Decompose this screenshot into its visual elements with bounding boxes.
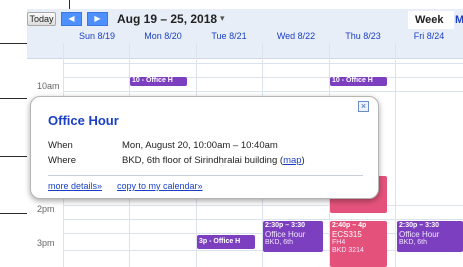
- where-close-paren: ): [301, 155, 305, 166]
- when-label: When: [48, 140, 73, 151]
- popup-divider: [48, 175, 363, 176]
- close-icon[interactable]: ×: [358, 101, 369, 112]
- grid-line: [63, 77, 463, 78]
- popup-title: Office Hour: [48, 113, 119, 128]
- event-location: BKD, 6th: [399, 239, 428, 246]
- calendar-event[interactable]: 10 - Office H: [130, 77, 187, 86]
- calendar-event[interactable]: 2:30p – 3:30 Office Hour BKD, 6th: [397, 221, 463, 252]
- copy-to-calendar-link[interactable]: copy to my calendar»: [117, 181, 203, 191]
- where-value: BKD, 6th floor of Sirindhralai building …: [122, 155, 305, 166]
- date-range-title: Aug 19 – 25, 2018: [117, 12, 218, 26]
- chevron-left-icon: ◀: [68, 14, 75, 23]
- day-header[interactable]: Mon 8/20: [130, 31, 196, 41]
- time-label: 3pm: [37, 238, 55, 248]
- day-header[interactable]: Fri 8/24: [396, 31, 462, 41]
- grid-line: [63, 219, 463, 220]
- margin-vline: [69, 0, 70, 9]
- event-room: FH4: [332, 239, 346, 246]
- prev-week-button[interactable]: ◀: [61, 12, 82, 26]
- time-label: 10am: [37, 81, 60, 91]
- grid-line: [63, 205, 463, 206]
- event-time: 2:30p – 3:30: [399, 222, 440, 229]
- event-time: 2:30p – 3:30: [265, 222, 306, 229]
- today-button[interactable]: Today: [27, 12, 56, 26]
- all-day-row[interactable]: [27, 43, 463, 59]
- day-header[interactable]: Tue 8/21: [196, 31, 262, 41]
- more-details-link[interactable]: more details»: [48, 181, 102, 191]
- grid-column-line: [395, 43, 396, 267]
- day-header[interactable]: Sun 8/19: [64, 31, 130, 41]
- event-title: Office Hour: [265, 230, 306, 239]
- day-header[interactable]: Wed 8/22: [263, 31, 329, 41]
- grid-line: [63, 91, 463, 92]
- event-time: 2:40p – 4p: [332, 222, 367, 229]
- calendar-event[interactable]: 2:40p – 4p ECS315 FH4 BKD 3214: [330, 221, 387, 267]
- chevron-down-icon[interactable]: ▾: [220, 13, 225, 24]
- calendar-event[interactable]: 3p - Office H: [197, 235, 255, 249]
- event-title: ECS315: [332, 230, 362, 239]
- event-location: BKD, 6th: [265, 239, 294, 246]
- view-month-tab[interactable]: M: [455, 11, 463, 29]
- margin-line: [0, 98, 30, 99]
- where-label: Where: [48, 155, 76, 166]
- day-header[interactable]: Thu 8/23: [330, 31, 396, 41]
- margin-line: [0, 156, 30, 157]
- where-text: BKD, 6th floor of Sirindhralai building …: [122, 155, 284, 166]
- event-location: BKD 3214: [332, 247, 364, 254]
- event-title: 10 - Office H: [332, 77, 373, 84]
- map-link[interactable]: map: [283, 155, 301, 166]
- view-week-tab[interactable]: Week: [408, 11, 454, 29]
- chevron-right-icon: ▶: [94, 14, 101, 23]
- event-title: Office Hour: [399, 230, 440, 239]
- when-value: Mon, August 20, 10:00am – 10:40am: [122, 140, 278, 151]
- calendar-event[interactable]: 10 - Office H: [330, 77, 387, 86]
- event-title: 3p - Office H: [199, 238, 241, 245]
- margin-line: [0, 43, 27, 44]
- grid-line: [63, 63, 463, 64]
- time-label: 2pm: [37, 204, 55, 214]
- next-week-button[interactable]: ▶: [87, 12, 108, 26]
- event-details-popup: × Office Hour When Mon, August 20, 10:00…: [30, 96, 379, 199]
- event-title: 10 - Office H: [132, 77, 173, 84]
- calendar-event[interactable]: 2:30p – 3:30 Office Hour BKD, 6th: [263, 221, 323, 252]
- margin-line: [0, 213, 27, 214]
